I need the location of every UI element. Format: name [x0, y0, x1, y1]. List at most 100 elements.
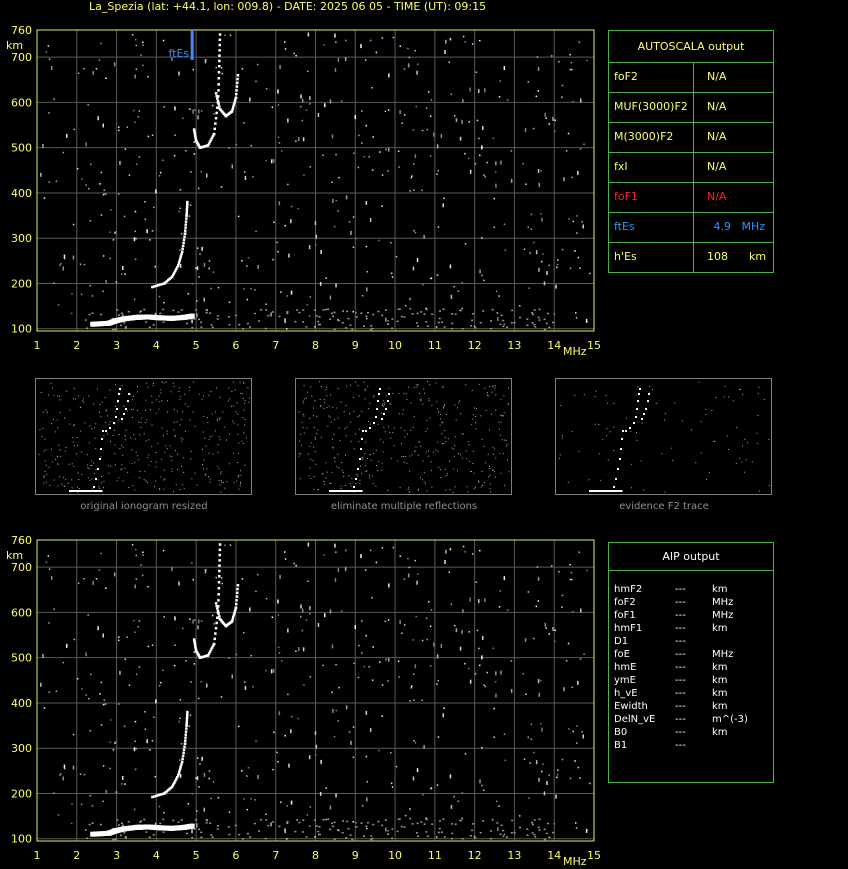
thumbnail-noise	[53, 395, 55, 397]
noise-point	[510, 660, 513, 662]
thumbnail-noise	[298, 411, 300, 413]
noise-point	[561, 594, 564, 597]
noise-point	[585, 828, 588, 833]
aip-value: ---	[675, 675, 686, 686]
thumbnail-noise	[705, 408, 707, 410]
noise-point	[309, 96, 311, 101]
thumbnail-noise	[486, 392, 488, 393]
autoscala-value: N/A	[707, 130, 727, 143]
noise-point	[216, 315, 219, 317]
noise-point	[287, 693, 289, 696]
noise-point	[522, 672, 524, 675]
noise-point	[209, 822, 212, 824]
noise-point	[158, 805, 161, 808]
noise-point	[278, 201, 281, 206]
trace-point-f1-trace	[181, 244, 185, 247]
thumbnail-noise	[454, 445, 455, 447]
noise-point	[524, 128, 527, 133]
thumbnail-noise	[454, 404, 456, 406]
noise-point	[342, 820, 344, 822]
noise-point	[243, 171, 246, 173]
noise-point	[200, 680, 202, 683]
noise-point	[461, 817, 463, 820]
trace-point-f1-trace	[185, 724, 188, 727]
noise-point	[385, 658, 387, 661]
noise-point	[482, 126, 484, 130]
noise-point	[440, 831, 443, 833]
autoscala-row-m3000f2: M(3000)F2 N/A	[609, 122, 773, 153]
thumbnail-noise	[489, 483, 491, 485]
thumbnail-noise	[664, 413, 666, 415]
noise-point	[322, 664, 324, 667]
noise-point	[387, 619, 390, 621]
noise-point	[313, 309, 316, 311]
noise-point	[556, 266, 558, 269]
noise-point	[484, 598, 486, 603]
noise-point	[491, 818, 494, 821]
noise-point	[234, 824, 237, 827]
trace-point-f2-trace-1	[218, 43, 221, 47]
trace-point-f1-trace	[184, 226, 187, 229]
noise-point	[457, 290, 460, 292]
thumbnail-noise	[413, 416, 415, 418]
noise-point	[350, 740, 352, 745]
noise-point	[387, 320, 389, 322]
thumbnail-noise	[108, 472, 110, 474]
thumbnail-trace	[629, 427, 631, 429]
thumbnail-noise	[202, 448, 203, 450]
noise-point	[433, 132, 435, 137]
noise-point	[179, 773, 182, 778]
noise-point	[159, 312, 162, 315]
noise-point	[264, 837, 267, 840]
noise-point	[177, 821, 180, 823]
noise-point	[493, 736, 495, 738]
trace-point-f2-trace-1	[218, 38, 222, 42]
thumbnail-noise	[134, 438, 136, 440]
noise-point	[329, 828, 332, 831]
thumbnail-trace	[377, 400, 379, 402]
thumbnail-noise	[607, 402, 609, 404]
noise-point	[100, 214, 103, 216]
trace-point-f2-trace-2	[234, 98, 237, 102]
thumbnail-noise	[152, 383, 154, 384]
thumbnail-noise	[166, 430, 168, 432]
thumbnail-noise	[724, 385, 726, 387]
thumbnail-noise	[128, 487, 130, 489]
thumbnail-noise	[300, 444, 302, 446]
noise-point	[533, 323, 536, 326]
thumbnail-noise	[72, 441, 74, 443]
aip-param: foF2	[614, 597, 636, 608]
noise-point	[407, 573, 410, 578]
noise-point	[327, 308, 330, 310]
thumbnail-noise	[345, 435, 347, 437]
y-tick-label: 500	[11, 652, 32, 665]
noise-point	[337, 57, 340, 62]
noise-point	[63, 254, 66, 259]
autoscala-separator	[693, 152, 694, 182]
thumbnail-noise	[91, 460, 93, 462]
thumbnail-noise	[119, 448, 121, 449]
noise-point	[538, 692, 540, 697]
noise-point	[569, 53, 571, 56]
thumbnail-noise	[428, 398, 430, 400]
thumbnail-noise	[218, 468, 220, 470]
thumbnail-noise	[218, 480, 220, 481]
trace-point-f2-trace-1	[215, 111, 218, 115]
noise-point	[538, 319, 541, 321]
thumbnail-noise	[447, 473, 448, 475]
noise-point	[409, 808, 411, 811]
thumbnail-noise	[370, 423, 371, 425]
thumbnail-noise	[134, 489, 136, 491]
trace-point-f2-trace-2	[235, 89, 238, 92]
x-tick-label: 12	[468, 339, 482, 352]
noise-point	[366, 827, 368, 830]
thumbnail-noise	[756, 432, 758, 434]
noise-point	[527, 81, 530, 83]
x-tick-label: 5	[193, 849, 200, 862]
thumbnail-noise	[322, 472, 324, 474]
noise-point	[403, 114, 406, 116]
noise-point	[413, 673, 415, 675]
noise-point	[531, 322, 534, 324]
noise-point	[483, 684, 485, 686]
thumbnail-noise	[132, 417, 133, 418]
